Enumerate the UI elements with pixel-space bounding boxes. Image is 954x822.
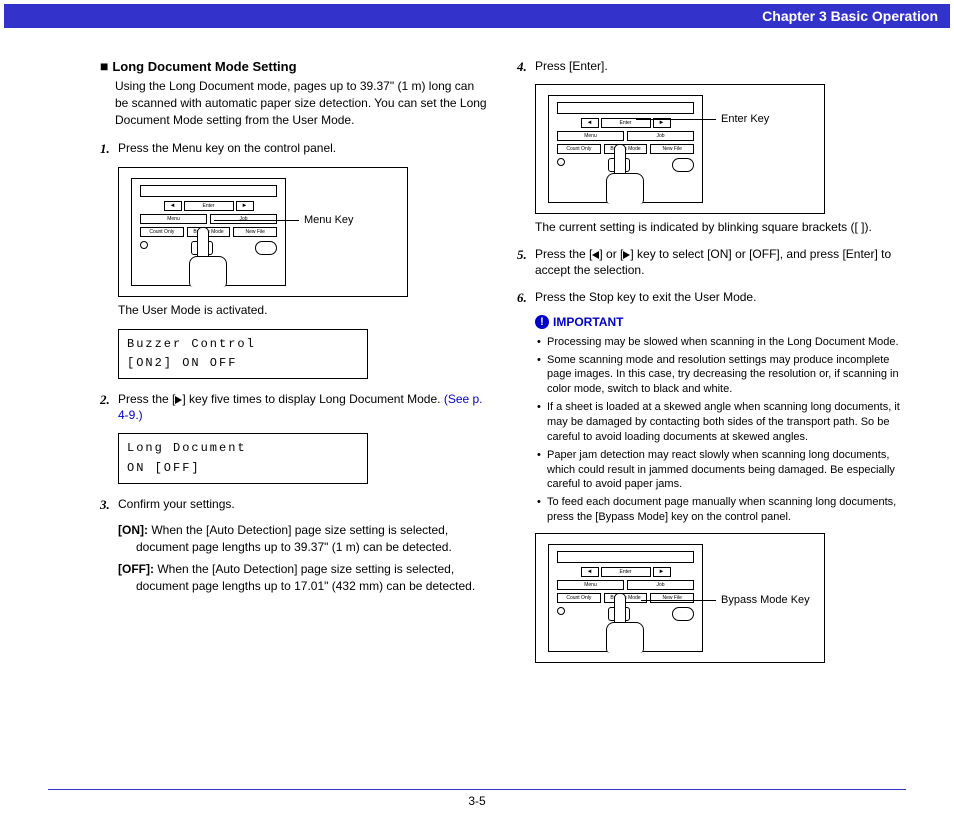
lcd-line-2: [ON2] ON OFF	[127, 354, 359, 373]
newfile-key: New File	[233, 227, 277, 237]
left-arrow-key: ◄	[581, 567, 599, 577]
menu-key: Menu	[557, 580, 624, 590]
step-text: Confirm your settings.	[118, 497, 235, 511]
job-key: Job	[627, 580, 694, 590]
step-text-b: ] key five times to display Long Documen…	[182, 392, 443, 406]
page-body: ■ Long Document Mode Setting Using the L…	[0, 28, 954, 679]
hand-pointer-icon	[604, 144, 644, 204]
page-number: 3-5	[468, 794, 485, 808]
page-footer: 3-5	[0, 789, 954, 808]
newfile-key: New File	[650, 593, 694, 603]
hand-pointer-icon	[187, 227, 227, 287]
chapter-header: Chapter 3 Basic Operation	[4, 4, 950, 28]
step-text-a: Press the [	[118, 392, 175, 406]
callout-line	[214, 220, 299, 221]
step-text-a: Press the [	[535, 247, 592, 261]
important-item: Processing may be slowed when scanning i…	[537, 335, 904, 350]
panel-inner: ◄ Enter ► Menu Job Count Only Bypass Mod…	[131, 178, 286, 286]
start-button	[255, 241, 277, 255]
lcd-display-2: Long Document ON [OFF]	[118, 433, 368, 483]
lcd-screen	[140, 185, 277, 197]
step-6: 6. Press the Stop key to exit the User M…	[517, 289, 904, 305]
left-arrow-key: ◄	[581, 118, 599, 128]
right-arrow-key: ►	[236, 201, 254, 211]
important-label: IMPORTANT	[553, 315, 623, 329]
left-arrow-key: ◄	[164, 201, 182, 211]
important-item: Some scanning mode and resolution settin…	[537, 353, 904, 398]
lcd-screen	[557, 102, 694, 114]
count-key: Count Only	[557, 144, 601, 154]
important-icon: !	[535, 315, 549, 329]
start-button	[672, 607, 694, 621]
figure-caption-1: The User Mode is activated.	[118, 303, 487, 317]
right-arrow-key: ►	[653, 567, 671, 577]
lcd-line-2: ON [OFF]	[127, 459, 359, 478]
count-key: Count Only	[140, 227, 184, 237]
control-panel-figure-1: ◄ Enter ► Menu Job Count Only Bypass Mod…	[118, 167, 408, 297]
step-5: 5. Press the [] or [] key to select [ON]…	[517, 246, 904, 278]
step-number: 5.	[517, 246, 527, 264]
led-icon	[557, 607, 565, 615]
callout-line	[641, 600, 716, 601]
right-column: 4. Press [Enter]. ◄ Enter ► Menu Job Cou…	[517, 58, 904, 669]
step-number: 2.	[100, 391, 110, 409]
control-panel-figure-2: ◄ Enter ► Menu Job Count Only Bypass Mod…	[535, 84, 825, 214]
step-text: Press the Menu key on the control panel.	[118, 141, 336, 155]
start-button	[672, 158, 694, 172]
step-number: 1.	[100, 140, 110, 158]
panel-inner: ◄ Enter ► Menu Job Count Only Bypass Mod…	[548, 95, 703, 203]
lcd-line-1: Buzzer Control	[127, 335, 359, 354]
step-3: 3. Confirm your settings.	[100, 496, 487, 512]
hand-pointer-icon	[604, 593, 644, 653]
important-list: Processing may be slowed when scanning i…	[537, 335, 904, 525]
control-panel-figure-3: ◄ Enter ► Menu Job Count Only Bypass Mod…	[535, 533, 825, 663]
enter-key: Enter	[184, 201, 234, 211]
callout-label-enter: Enter Key	[721, 113, 769, 125]
step-number: 4.	[517, 58, 527, 76]
important-item: To feed each document page manually when…	[537, 495, 904, 525]
left-column: ■ Long Document Mode Setting Using the L…	[100, 58, 487, 669]
important-header: ! IMPORTANT	[535, 315, 904, 329]
newfile-key: New File	[650, 144, 694, 154]
on-label: [ON]:	[118, 523, 148, 537]
led-icon	[557, 158, 565, 166]
on-definition: [ON]: When the [Auto Detection] page siz…	[136, 522, 487, 556]
on-text: When the [Auto Detection] page size sett…	[136, 523, 452, 554]
led-icon	[140, 241, 148, 249]
step-number: 3.	[100, 496, 110, 514]
important-item: If a sheet is loaded at a skewed angle w…	[537, 400, 904, 445]
intro-paragraph: Using the Long Document mode, pages up t…	[115, 78, 487, 128]
job-key: Job	[627, 131, 694, 141]
step-1: 1. Press the Menu key on the control pan…	[100, 140, 487, 156]
square-bullet-icon: ■	[100, 58, 112, 74]
important-item: Paper jam detection may react slowly whe…	[537, 448, 904, 493]
step-number: 6.	[517, 289, 527, 307]
lcd-line-1: Long Document	[127, 439, 359, 458]
job-key: Job	[210, 214, 277, 224]
step-text: Press [Enter].	[535, 59, 608, 73]
count-key: Count Only	[557, 593, 601, 603]
lcd-screen	[557, 551, 694, 563]
heading-text: Long Document Mode Setting	[112, 59, 296, 74]
section-heading: ■ Long Document Mode Setting	[100, 58, 487, 74]
menu-key: Menu	[557, 131, 624, 141]
callout-line	[636, 119, 716, 120]
step-4: 4. Press [Enter].	[517, 58, 904, 74]
enter-key: Enter	[601, 567, 651, 577]
step-text: Press the Stop key to exit the User Mode…	[535, 290, 756, 304]
off-label: [OFF]:	[118, 562, 154, 576]
figure-caption-2: The current setting is indicated by blin…	[535, 220, 904, 234]
off-definition: [OFF]: When the [Auto Detection] page si…	[136, 561, 487, 595]
step-2: 2. Press the [ ] key five times to displa…	[100, 391, 487, 423]
callout-label-menu: Menu Key	[304, 214, 354, 226]
lcd-display-1: Buzzer Control [ON2] ON OFF	[118, 329, 368, 379]
panel-inner: ◄ Enter ► Menu Job Count Only Bypass Mod…	[548, 544, 703, 652]
footer-divider	[48, 789, 906, 790]
menu-key: Menu	[140, 214, 207, 224]
off-text: When the [Auto Detection] page size sett…	[136, 562, 475, 593]
step-text-b: ] or [	[599, 247, 623, 261]
callout-label-bypass: Bypass Mode Key	[721, 594, 810, 606]
